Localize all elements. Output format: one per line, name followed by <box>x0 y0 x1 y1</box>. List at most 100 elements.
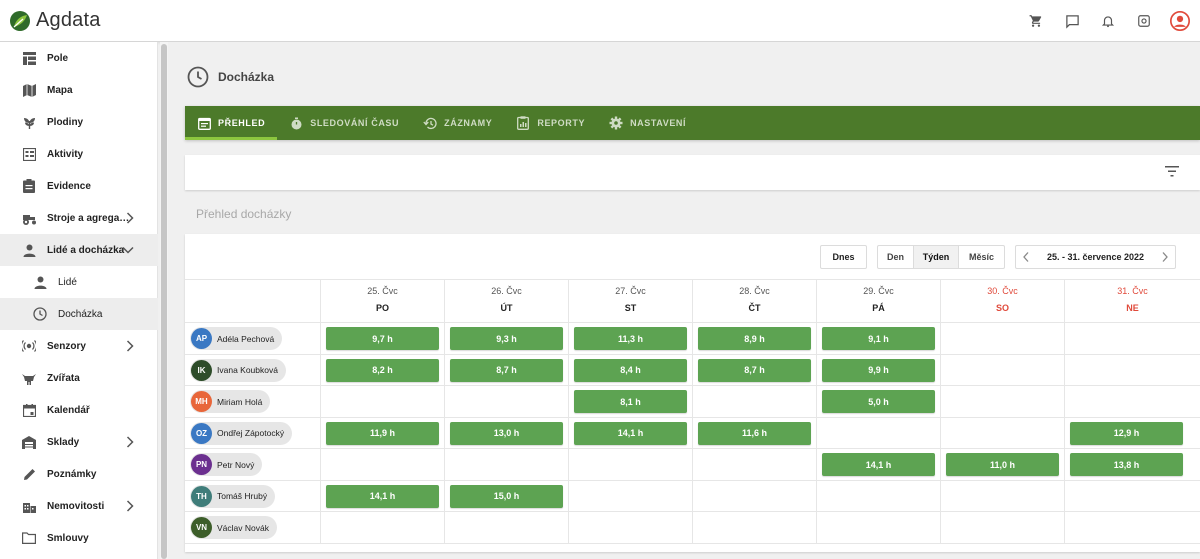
sidebar-scrollbar[interactable] <box>160 42 168 559</box>
day-cell[interactable] <box>692 480 816 512</box>
sidebar-item-sklady[interactable]: Sklady <box>0 426 158 458</box>
day-cell[interactable] <box>568 512 692 543</box>
sidebar-item-aktivity[interactable]: Aktivity <box>0 138 158 170</box>
day-cell[interactable]: 13,8 h <box>1064 449 1200 480</box>
hours-block[interactable]: 11,9 h <box>326 421 439 445</box>
hours-block[interactable]: 11,0 h <box>946 453 1059 476</box>
day-cell[interactable]: 8,9 h <box>692 323 816 354</box>
person-chip[interactable]: MH Miriam Holá <box>190 390 271 413</box>
day-cell[interactable] <box>692 512 816 543</box>
day-cell[interactable] <box>940 417 1064 449</box>
day-cell[interactable] <box>320 512 444 543</box>
tab-sledovani-casu[interactable]: SLEDOVÁNÍ ČASU <box>277 106 411 140</box>
day-cell[interactable]: 11,9 h <box>320 417 444 449</box>
tab-prehled[interactable]: PŘEHLED <box>185 106 278 140</box>
day-cell[interactable] <box>1064 512 1200 543</box>
sidebar-item-evidence[interactable]: Evidence <box>0 170 158 202</box>
person-chip[interactable]: IK Ivana Koubková <box>190 358 286 382</box>
sidebar-item-lide[interactable]: Lidé <box>0 266 158 298</box>
hours-block[interactable]: 9,3 h <box>450 327 563 350</box>
day-cell[interactable]: 5,0 h <box>816 386 940 417</box>
day-cell[interactable]: 14,1 h <box>816 449 940 480</box>
hours-block[interactable]: 8,7 h <box>450 358 563 382</box>
sidebar-item-lide-a-dochazka[interactable]: Lidé a docházka <box>0 234 158 266</box>
day-cell[interactable]: 8,2 h <box>320 354 444 386</box>
sidebar-item-kalendar[interactable]: Kalendář <box>0 394 158 426</box>
day-cell[interactable] <box>940 386 1064 417</box>
view-week-button[interactable]: Týden <box>913 246 959 268</box>
user-avatar-icon[interactable] <box>1168 9 1192 33</box>
hours-block[interactable]: 13,8 h <box>1070 453 1183 476</box>
hours-block[interactable]: 11,3 h <box>574 327 687 350</box>
hours-block[interactable]: 8,7 h <box>698 358 811 382</box>
day-cell[interactable]: 9,3 h <box>444 323 568 354</box>
today-button[interactable]: Dnes <box>820 245 867 269</box>
hours-block[interactable]: 12,9 h <box>1070 421 1183 445</box>
sidebar-item-mapa[interactable]: Mapa <box>0 74 158 106</box>
sidebar-item-poznamky[interactable]: Poznámky <box>0 458 158 490</box>
day-cell[interactable] <box>940 354 1064 386</box>
scrollbar-thumb[interactable] <box>161 44 167 559</box>
hours-block[interactable]: 9,9 h <box>822 358 935 382</box>
hours-block[interactable]: 15,0 h <box>450 484 563 508</box>
person-chip[interactable]: TH Tomáš Hrubý <box>190 484 276 508</box>
view-month-button[interactable]: Měsíc <box>959 246 1004 268</box>
day-cell[interactable] <box>568 449 692 480</box>
view-day-button[interactable]: Den <box>878 246 913 268</box>
hours-block[interactable]: 8,2 h <box>326 358 439 382</box>
person-chip[interactable]: AP Adéla Pechová <box>190 327 283 350</box>
day-cell[interactable] <box>444 386 568 417</box>
day-cell[interactable] <box>940 323 1064 354</box>
day-cell[interactable] <box>568 480 692 512</box>
sidebar-item-dochazka[interactable]: Docházka <box>0 298 158 330</box>
day-cell[interactable]: 8,7 h <box>444 354 568 386</box>
hours-block[interactable]: 8,9 h <box>698 327 811 350</box>
chevron-right-icon[interactable] <box>1161 251 1169 263</box>
day-cell[interactable] <box>940 512 1064 543</box>
sidebar-item-zvirata[interactable]: Zvířata <box>0 362 158 394</box>
hours-block[interactable]: 5,0 h <box>822 390 935 413</box>
day-cell[interactable]: 11,6 h <box>692 417 816 449</box>
person-chip[interactable]: PN Petr Nový <box>190 453 263 476</box>
day-cell[interactable] <box>1064 354 1200 386</box>
hours-block[interactable]: 14,1 h <box>574 421 687 445</box>
day-cell[interactable] <box>692 449 816 480</box>
day-cell[interactable]: 12,9 h <box>1064 417 1200 449</box>
app-logo[interactable]: Agdata <box>9 9 101 32</box>
day-cell[interactable] <box>816 480 940 512</box>
settings-icon[interactable] <box>1132 9 1156 33</box>
hours-block[interactable]: 14,1 h <box>822 453 935 476</box>
sidebar-item-pole[interactable]: Pole <box>0 42 158 74</box>
chat-icon[interactable] <box>1060 9 1084 33</box>
person-chip[interactable]: VN Václav Novák <box>190 516 277 539</box>
hours-block[interactable]: 13,0 h <box>450 421 563 445</box>
day-cell[interactable] <box>1064 386 1200 417</box>
hours-block[interactable]: 8,4 h <box>574 358 687 382</box>
day-cell[interactable]: 9,9 h <box>816 354 940 386</box>
day-cell[interactable]: 13,0 h <box>444 417 568 449</box>
day-cell[interactable] <box>320 449 444 480</box>
day-cell[interactable]: 8,4 h <box>568 354 692 386</box>
day-cell[interactable] <box>692 386 816 417</box>
bell-icon[interactable] <box>1096 9 1120 33</box>
sidebar-item-nemovitosti[interactable]: Nemovitosti <box>0 490 158 522</box>
day-cell[interactable]: 11,0 h <box>940 449 1064 480</box>
person-chip[interactable]: OZ Ondřej Zápotocký <box>190 421 293 445</box>
day-cell[interactable]: 14,1 h <box>320 480 444 512</box>
day-cell[interactable] <box>320 386 444 417</box>
tab-reporty[interactable]: REPORTY <box>504 106 597 140</box>
tab-nastaveni[interactable]: NASTAVENÍ <box>597 106 698 140</box>
day-cell[interactable]: 9,1 h <box>816 323 940 354</box>
day-cell[interactable]: 14,1 h <box>568 417 692 449</box>
sidebar-item-smlouvy[interactable]: Smlouvy <box>0 522 158 554</box>
day-cell[interactable]: 8,1 h <box>568 386 692 417</box>
sidebar-item-stroje[interactable]: Stroje a agrega… <box>0 202 158 234</box>
sidebar-item-senzory[interactable]: Senzory <box>0 330 158 362</box>
tab-zaznamy[interactable]: ZÁZNAMY <box>411 106 504 140</box>
day-cell[interactable] <box>444 512 568 543</box>
day-cell[interactable] <box>816 417 940 449</box>
hours-block[interactable]: 8,1 h <box>574 390 687 413</box>
day-cell[interactable]: 11,3 h <box>568 323 692 354</box>
day-cell[interactable]: 8,7 h <box>692 354 816 386</box>
hours-block[interactable]: 11,6 h <box>698 421 811 445</box>
